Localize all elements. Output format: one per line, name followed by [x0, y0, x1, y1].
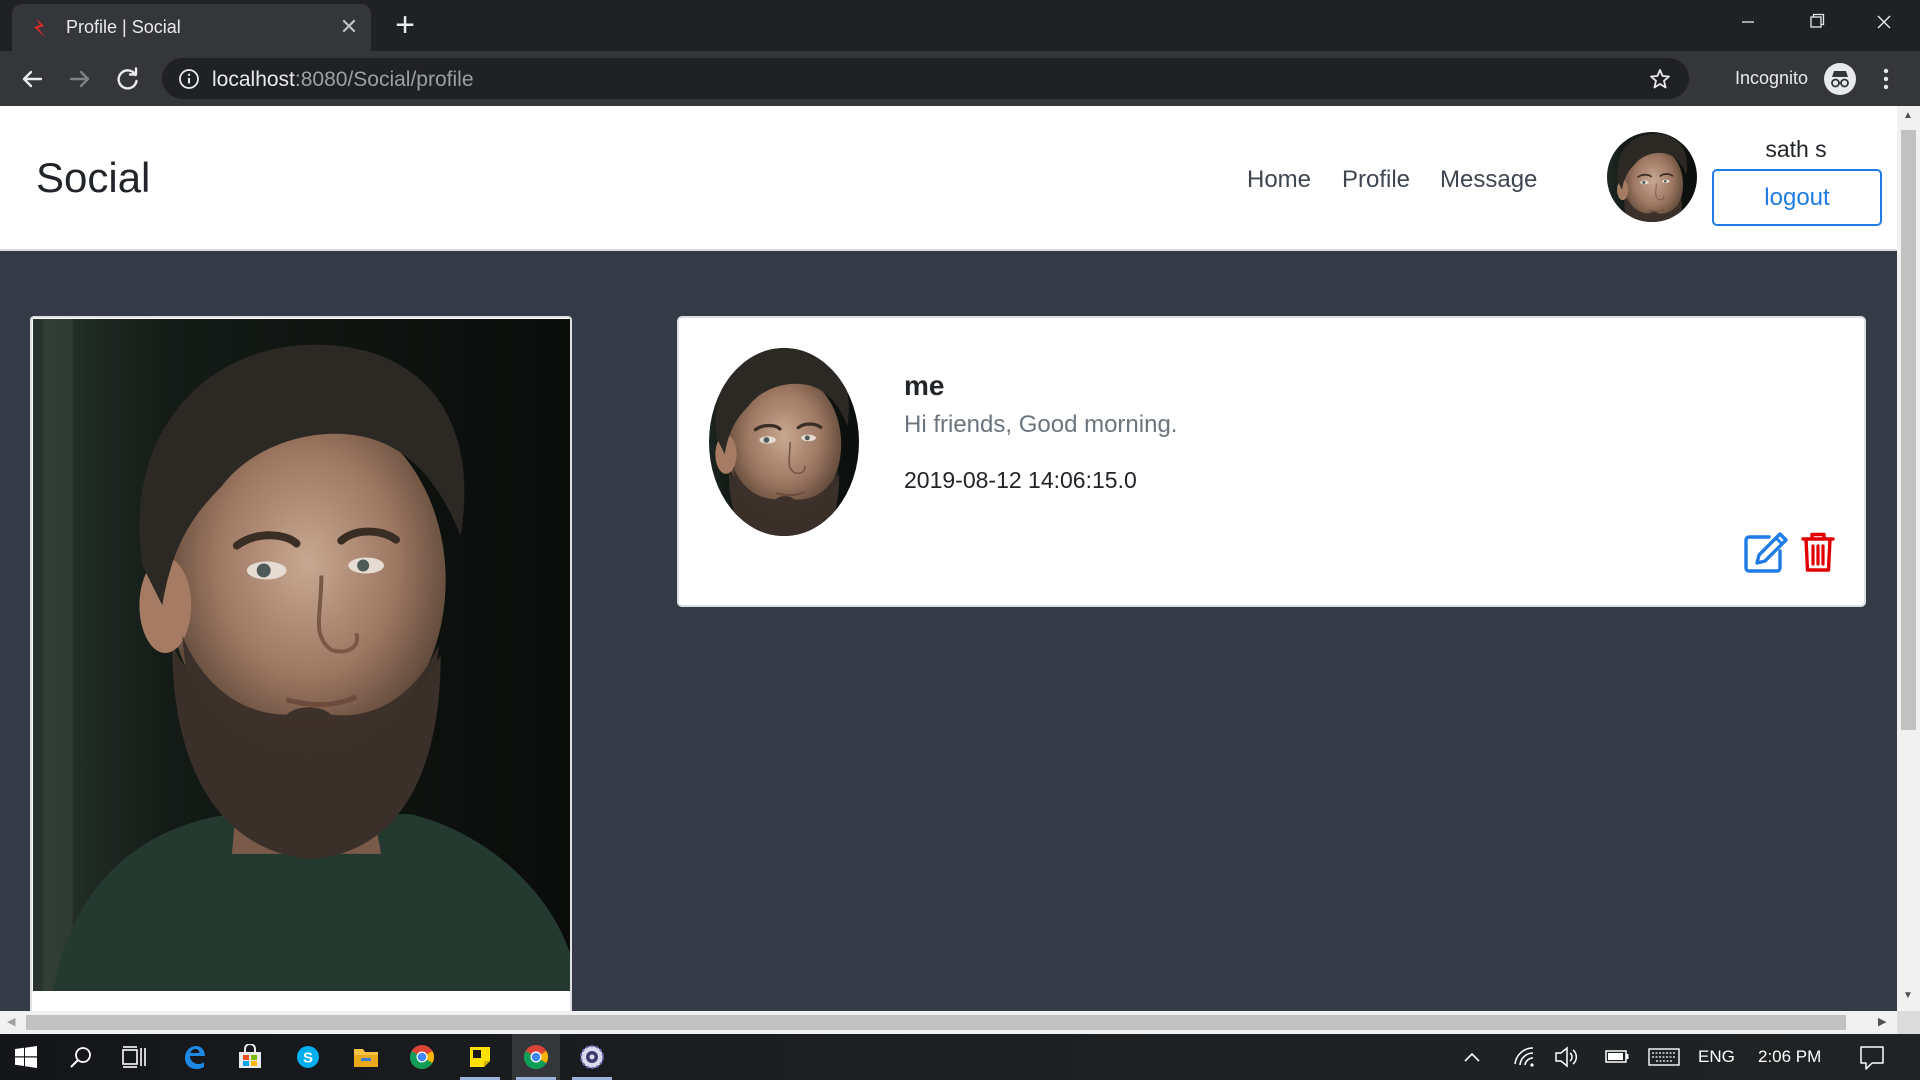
- vertical-scrollbar[interactable]: ▲ ▼: [1897, 106, 1920, 1011]
- post-body-text: Hi friends, Good morning.: [904, 411, 1178, 438]
- browser-menu-icon[interactable]: [1874, 65, 1898, 93]
- nav-link-profile[interactable]: Profile: [1342, 166, 1410, 194]
- edit-post-icon[interactable]: [1743, 531, 1789, 573]
- browser-tab[interactable]: Profile | Social ✕: [12, 4, 371, 51]
- windows-taskbar: S ENG 2:06 PM: [0, 1034, 1920, 1080]
- scroll-up-arrow-icon[interactable]: ▲: [1903, 110, 1913, 121]
- scroll-left-arrow-icon[interactable]: ◀: [7, 1015, 15, 1028]
- chrome-icon[interactable]: [398, 1034, 446, 1080]
- profile-photo-card: [30, 316, 572, 1011]
- new-tab-icon[interactable]: +: [388, 8, 422, 43]
- nav-link-home[interactable]: Home: [1247, 166, 1311, 194]
- windows-start-icon[interactable]: [2, 1034, 50, 1080]
- store-icon[interactable]: [226, 1034, 274, 1080]
- username-label: sath s: [1765, 136, 1827, 162]
- vertical-scroll-thumb[interactable]: [1901, 130, 1916, 730]
- forward-arrow-icon[interactable]: [62, 61, 98, 97]
- chrome-incognito-icon[interactable]: [512, 1034, 560, 1080]
- browser-tabstrip: Profile | Social ✕ +: [0, 0, 1920, 51]
- bookmark-star-icon[interactable]: [1648, 67, 1672, 91]
- profile-photo: [33, 319, 570, 991]
- wifi-icon[interactable]: [1512, 1034, 1536, 1080]
- user-avatar[interactable]: [1607, 132, 1697, 222]
- url-text: localhost:8080/Social/profile: [212, 68, 474, 92]
- show-hidden-icons-chevron-icon[interactable]: [1462, 1034, 1482, 1080]
- task-view-icon[interactable]: [111, 1034, 159, 1080]
- logout-button[interactable]: logout: [1712, 169, 1882, 226]
- touch-keyboard-icon[interactable]: [1648, 1034, 1680, 1080]
- back-arrow-icon[interactable]: [14, 61, 50, 97]
- edge-icon[interactable]: [170, 1034, 218, 1080]
- tab-title: Profile | Social: [66, 17, 181, 37]
- skype-icon[interactable]: S: [284, 1034, 332, 1080]
- clock[interactable]: 2:06 PM: [1758, 1034, 1821, 1080]
- post-card: me Hi friends, Good morning. 2019-08-12 …: [677, 316, 1866, 607]
- delete-post-icon[interactable]: [1801, 531, 1835, 573]
- horizontal-scrollbar[interactable]: ◀ ▶: [0, 1011, 1897, 1034]
- post-timestamp: 2019-08-12 14:06:15.0: [904, 467, 1137, 493]
- nav-link-message[interactable]: Message: [1440, 166, 1537, 194]
- action-center-icon[interactable]: [1858, 1034, 1886, 1080]
- search-icon[interactable]: [57, 1034, 105, 1080]
- file-explorer-icon[interactable]: [342, 1034, 390, 1080]
- post-author-avatar: [709, 348, 859, 536]
- sticky-notes-icon[interactable]: [456, 1034, 504, 1080]
- close-tab-icon[interactable]: ✕: [336, 14, 362, 40]
- browser-toolbar: localhost:8080/Social/profile Incognito: [0, 51, 1920, 106]
- site-navbar: Social Home Profile Message sath s logou…: [0, 106, 1897, 251]
- url-path: :8080/Social/profile: [294, 68, 474, 91]
- url-host: localhost: [212, 68, 295, 91]
- page-viewport: Social Home Profile Message sath s logou…: [0, 106, 1897, 1011]
- brand-logo-text[interactable]: Social: [36, 154, 150, 202]
- incognito-label: Incognito: [1735, 68, 1809, 88]
- svg-text:S: S: [303, 1050, 313, 1067]
- address-bar[interactable]: localhost:8080/Social/profile: [162, 58, 1689, 99]
- reload-icon[interactable]: [110, 61, 146, 97]
- horizontal-scroll-thumb[interactable]: [26, 1015, 1846, 1030]
- minimize-window-icon[interactable]: [1718, 0, 1778, 44]
- battery-icon[interactable]: [1604, 1034, 1630, 1080]
- site-favicon-icon: [34, 18, 46, 38]
- scrollbar-corner: [1897, 1011, 1920, 1034]
- volume-icon[interactable]: [1554, 1034, 1580, 1080]
- input-language[interactable]: ENG: [1698, 1034, 1735, 1080]
- scroll-right-arrow-icon[interactable]: ▶: [1878, 1015, 1886, 1028]
- close-window-icon[interactable]: [1854, 0, 1914, 44]
- restore-window-icon[interactable]: [1786, 0, 1846, 44]
- site-info-icon[interactable]: [178, 68, 200, 90]
- scroll-down-arrow-icon[interactable]: ▼: [1903, 990, 1913, 1001]
- incognito-icon[interactable]: [1824, 63, 1856, 95]
- post-author-name: me: [904, 370, 945, 401]
- settings-app-icon[interactable]: [568, 1034, 616, 1080]
